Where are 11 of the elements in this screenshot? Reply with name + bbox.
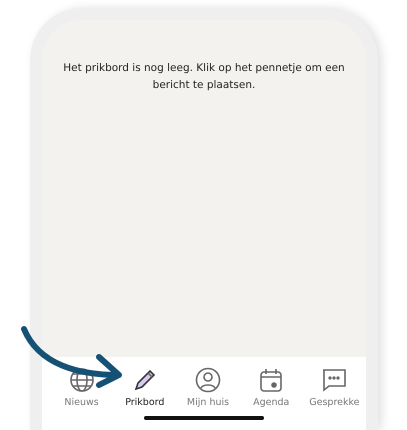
nav-tab[interactable]: Nieuws [50, 367, 114, 408]
empty-message: Het prikbord is nog leeg. Klik op het pennetje om een bericht te plaatsen. [62, 61, 346, 93]
person-icon [195, 367, 221, 393]
nav-tab[interactable]: Mijn huis [176, 367, 240, 408]
chat-icon [321, 367, 348, 393]
nav-tab[interactable]: Prikbord [113, 367, 176, 408]
nav-tab[interactable]: Agenda [240, 367, 303, 408]
pencil-icon [132, 367, 158, 393]
calendar-icon [258, 367, 284, 393]
nav-tab[interactable]: Gesprekke [302, 367, 366, 408]
globe-icon [68, 367, 95, 393]
